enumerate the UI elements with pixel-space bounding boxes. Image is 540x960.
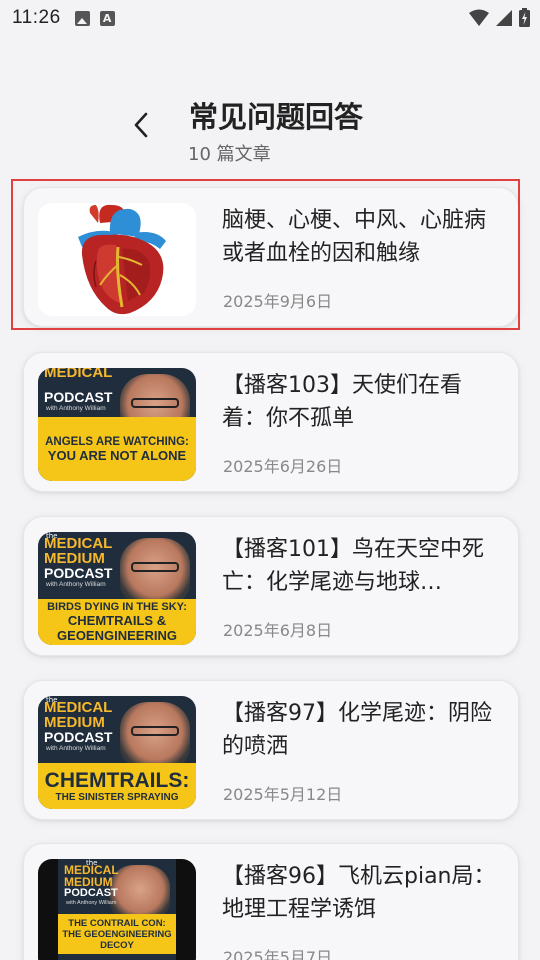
status-bar: 11:26 A (0, 0, 540, 36)
article-count: 10 篇文章 (188, 144, 271, 165)
article-title: 【播客97】化学尾迹：阴险的喷洒 (222, 701, 492, 759)
image-icon (74, 10, 90, 26)
banner-line-2: THE GEOENGINEERING DECOY (62, 928, 172, 951)
article-thumbnail (38, 203, 196, 316)
cover-medical: MEDICAL (44, 368, 113, 381)
article-card-2[interactable]: the MEDICAL MEDIUM PODCAST with Anthony … (23, 516, 519, 656)
article-thumbnail: the MEDICAL MEDIUM PODCAST with Anthony … (38, 859, 196, 960)
article-date: 2025年6月8日 (223, 621, 333, 640)
article-title: 【播客96】飞机云pian局：地理工程学诱饵 (222, 864, 496, 922)
article-card-1[interactable]: MEDICAL PODCAST with Anthony William ANG… (23, 352, 519, 492)
banner-line-2: THE SINISTER SPRAYING (55, 791, 179, 803)
article-thumbnail: the MEDICAL MEDIUM PODCAST with Anthony … (38, 532, 196, 645)
banner-line-1: CHEMTRAILS: (44, 768, 190, 792)
podcast-cover: the MEDICAL MEDIUM PODCAST with Anthony … (38, 696, 196, 809)
host-glasses (131, 398, 179, 408)
cover-medical: MEDICAL (44, 699, 113, 716)
article-date: 2025年6月26日 (223, 457, 343, 476)
cover-podcast: PODCAST (44, 565, 113, 581)
cover-medium: MEDIUM (44, 714, 105, 731)
article-date: 2025年9月6日 (223, 292, 333, 311)
cover-medium: MEDIUM (44, 550, 105, 567)
podcast-cover: the MEDICAL MEDIUM PODCAST with Anthony … (38, 532, 196, 645)
banner-line-2: CHEMTRAILS & GEOENGINEERING (57, 613, 177, 643)
host-photo (110, 865, 170, 919)
cover-with: with Anthony William (46, 405, 106, 412)
article-date: 2025年5月7日 (223, 948, 333, 960)
article-thumbnail: the MEDICAL MEDIUM PODCAST with Anthony … (38, 696, 196, 809)
banner-line-1: BIRDS DYING IN THE SKY: (47, 601, 187, 613)
cover-with: with Anthony William (46, 745, 106, 752)
article-title: 【播客101】鸟在天空中死亡：化学尾迹与地球… (222, 537, 484, 595)
host-glasses (131, 726, 179, 736)
wifi-icon (469, 9, 489, 26)
page-title: 常见问题回答 (189, 100, 364, 134)
heart-illustration (38, 203, 196, 316)
article-thumbnail: MEDICAL PODCAST with Anthony William ANG… (38, 368, 196, 481)
banner-line-1: THE CONTRAIL CON: (68, 917, 166, 929)
battery-icon (519, 8, 530, 27)
chevron-left-icon (134, 112, 148, 138)
cover-banner: BIRDS DYING IN THE SKY: CHEMTRAILS & GEO… (38, 599, 196, 645)
signal-icon (496, 9, 512, 26)
cover-banner: CHEMTRAILS: THE SINISTER SPRAYING (38, 763, 196, 809)
article-date: 2025年5月12日 (223, 785, 343, 804)
banner-line-2: YOU ARE NOT ALONE (47, 448, 187, 463)
text-a-icon: A (99, 10, 115, 26)
cover-podcast: PODCAST (44, 389, 113, 405)
cover-podcast: PODCAST (64, 887, 118, 899)
cover-with: with Anthony William (66, 900, 117, 906)
back-button[interactable] (126, 110, 156, 140)
article-card-4[interactable]: the MEDICAL MEDIUM PODCAST with Anthony … (23, 843, 519, 960)
podcast-cover: the MEDICAL MEDIUM PODCAST with Anthony … (38, 859, 196, 960)
podcast-cover: MEDICAL PODCAST with Anthony William ANG… (38, 368, 196, 481)
article-card-3[interactable]: the MEDICAL MEDIUM PODCAST with Anthony … (23, 680, 519, 820)
cover-podcast: PODCAST (44, 729, 113, 745)
host-glasses (131, 562, 179, 572)
cover-with: with Anthony William (46, 581, 106, 588)
article-title: 脑梗、心梗、中风、心脏病或者血栓的因和触缘 (222, 208, 487, 266)
cover-banner: THE CONTRAIL CON: THE GEOENGINEERING DEC… (58, 914, 176, 954)
header: 常见问题回答 10 篇文章 (0, 80, 540, 170)
cover-banner: ANGELS ARE WATCHING: YOU ARE NOT ALONE (38, 417, 196, 481)
status-time: 11:26 (12, 7, 61, 28)
article-card-0[interactable]: 脑梗、心梗、中风、心脏病或者血栓的因和触缘 2025年9月6日 (23, 187, 519, 327)
cover-medical: MEDICAL (44, 535, 113, 552)
article-title: 【播客103】天使们在看着：你不孤单 (222, 373, 462, 431)
